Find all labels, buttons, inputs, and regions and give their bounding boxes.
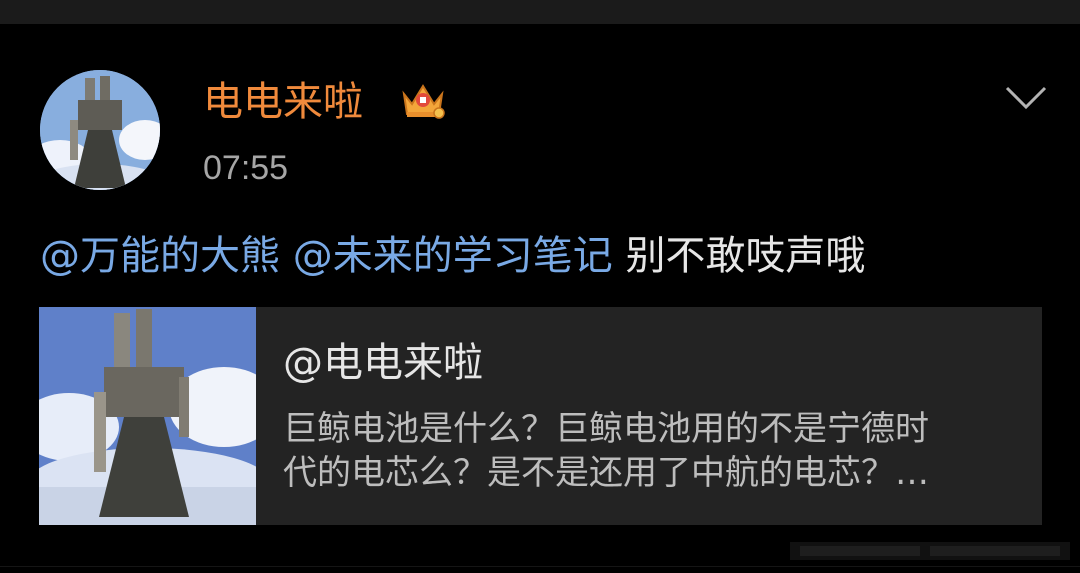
post-text: 别不敢吱声哦 xyxy=(625,233,866,279)
rocket-engine-thumbnail-image xyxy=(39,307,279,525)
card-description: 巨鲸电池是什么？巨鲸电池用的不是宁德时 代的电芯么？是不是还用了中航的电芯？… xyxy=(283,407,1023,495)
rocket-engine-avatar-image xyxy=(40,70,160,190)
avatar[interactable] xyxy=(40,70,160,190)
top-bar xyxy=(0,0,1080,24)
watermark-image xyxy=(790,542,1070,560)
mention-link[interactable]: @未来的学习笔记 xyxy=(293,233,613,279)
post-content: @万能的大熊 @未来的学习笔记 别不敢吱声哦 xyxy=(40,228,865,284)
username[interactable]: 电电来啦 xyxy=(203,76,363,128)
mention-link[interactable]: @万能的大熊 xyxy=(40,233,280,279)
post-time: 07:55 xyxy=(203,149,289,187)
card-title: @电电来啦 xyxy=(283,340,483,386)
shared-post-card[interactable]: @电电来啦 巨鲸电池是什么？巨鲸电池用的不是宁德时 代的电芯么？是不是还用了中航… xyxy=(39,307,1042,525)
divider xyxy=(0,566,1080,567)
crown-badge-icon[interactable] xyxy=(400,80,446,120)
card-description-line: 代的电芯么？是不是还用了中航的电芯？… xyxy=(283,453,929,493)
chevron-down-icon[interactable] xyxy=(1004,84,1048,112)
card-thumbnail xyxy=(39,307,279,525)
card-description-line: 巨鲸电池是什么？巨鲸电池用的不是宁德时 xyxy=(283,409,929,449)
